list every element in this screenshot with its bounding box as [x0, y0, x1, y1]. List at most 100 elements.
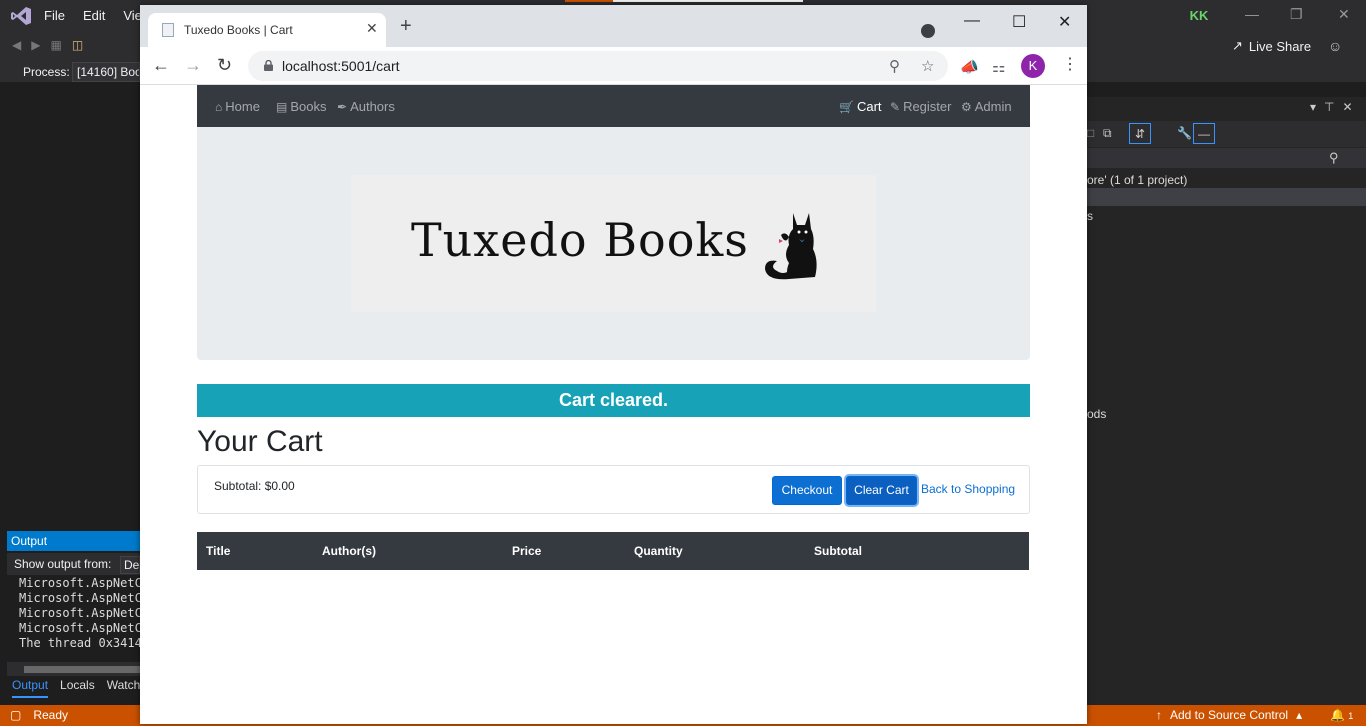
clear-cart-button[interactable]: Clear Cart: [846, 476, 917, 505]
bell-icon: 🔔: [1330, 708, 1345, 722]
menu-edit[interactable]: Edit: [83, 8, 105, 23]
tab-title: Tuxedo Books | Cart: [184, 23, 293, 37]
nav-cart-label: Cart: [856, 99, 882, 114]
nav-books[interactable]: ▤ Books: [276, 99, 326, 114]
vs-restore-icon[interactable]: ❐: [1290, 6, 1303, 23]
status-ready-label: Ready: [33, 708, 69, 722]
bookmark-star-icon[interactable]: ☆: [921, 57, 934, 75]
solution-explorer-toolbar: □ ⧉ ⇵ 🔧 —: [1087, 121, 1366, 147]
edit-icon: ✎: [890, 99, 901, 114]
source-control-label: Add to Source Control: [1170, 708, 1289, 722]
zoom-icon[interactable]: ⚲: [889, 57, 900, 75]
reload-icon[interactable]: ↻: [217, 56, 232, 74]
visual-studio-logo-icon: [11, 7, 31, 25]
open-folder-icon[interactable]: ◫: [72, 38, 83, 52]
vs-close-icon[interactable]: ✕: [1338, 6, 1350, 23]
page-favicon-icon: [162, 23, 174, 37]
sync-view-icon[interactable]: ⇵: [1129, 123, 1151, 144]
notifications-button[interactable]: 🔔 1: [1330, 708, 1353, 722]
browser-tabstrip: Tuxedo Books | Cart ✕ + — ☐ ✕: [140, 5, 1087, 47]
vs-user-avatar[interactable]: KK: [1186, 6, 1212, 26]
new-tab-icon[interactable]: +: [400, 16, 412, 36]
search-icon: ⚲: [1329, 150, 1339, 165]
nav-authors-label: Authors: [350, 99, 395, 114]
tree-item[interactable]: s: [1087, 209, 1093, 223]
nav-register[interactable]: ✎ Register: [890, 99, 951, 114]
nav-books-label: Books: [290, 99, 327, 114]
lock-icon: [264, 60, 273, 71]
url-text: localhost:5001/cart: [282, 58, 400, 74]
extension-megaphone-icon[interactable]: 📣: [960, 58, 979, 76]
browser-maximize-icon[interactable]: ☐: [1012, 12, 1026, 32]
address-bar[interactable]: localhost:5001/cart ⚲ ☆: [248, 51, 948, 81]
gear-icon: ⚙: [961, 99, 972, 114]
pin-icon[interactable]: ⊤: [1324, 100, 1334, 114]
back-arrow-icon[interactable]: ←: [152, 56, 170, 74]
solution-search-input[interactable]: ⚲: [1087, 148, 1366, 168]
output-text: Microsoft.AspNetCore Microsoft.AspNetCor…: [7, 576, 140, 662]
browser-minimize-icon[interactable]: —: [964, 12, 980, 30]
output-source-dropdown[interactable]: Debug: [120, 556, 140, 574]
tab-locals[interactable]: Locals: [60, 678, 95, 698]
panel-controls: ▾ ⊤ ✕: [1310, 100, 1353, 114]
nav-home[interactable]: ⌂ Home: [215, 99, 260, 114]
vs-toolbar-icons: ◀ ▶ ▦ ◫: [12, 38, 83, 52]
site-logo: Tuxedo Books: [351, 175, 876, 312]
tab-search-icon[interactable]: [921, 24, 935, 38]
forward-arrow-icon[interactable]: →: [184, 56, 202, 74]
vs-minimize-icon[interactable]: —: [1245, 6, 1259, 22]
forward-nav-icon[interactable]: ▶: [31, 38, 40, 52]
collapse-icon[interactable]: □: [1087, 126, 1094, 140]
status-ready: ▢ Ready: [10, 708, 68, 722]
nav-home-label: Home: [225, 99, 260, 114]
column-title: Title: [206, 544, 231, 558]
output-line: Microsoft.AspNetCore: [19, 621, 140, 635]
checkout-button[interactable]: Checkout: [772, 476, 842, 505]
web-page: ⌂ Home ▤ Books ✒ Authors 🛒 Cart ✎ Regist…: [140, 85, 1087, 724]
nav-authors[interactable]: ✒ Authors: [337, 99, 395, 114]
profile-avatar[interactable]: K: [1021, 54, 1045, 78]
live-share-button[interactable]: ↗ Live Share: [1232, 38, 1311, 54]
new-project-icon[interactable]: ▦: [50, 38, 61, 52]
copy-icon[interactable]: ⧉: [1103, 126, 1112, 141]
tuxedo-cat-icon: [765, 213, 817, 280]
nav-admin-label: Admin: [974, 99, 1012, 114]
tab-close-icon[interactable]: ✕: [366, 20, 378, 37]
back-to-shopping-link[interactable]: Back to Shopping: [921, 482, 1015, 496]
feather-icon: ✒: [337, 99, 348, 114]
extensions-puzzle-icon[interactable]: ⚏: [992, 58, 1005, 76]
tab-output[interactable]: Output: [12, 678, 49, 698]
browser-menu-icon[interactable]: ⋮: [1062, 57, 1078, 73]
wrench-icon[interactable]: 🔧: [1177, 126, 1192, 140]
arrow-up-icon: ↑: [1156, 708, 1162, 722]
column-subtotal: Subtotal: [814, 544, 862, 558]
selected-tree-row[interactable]: [1087, 188, 1366, 206]
book-icon: ▤: [276, 99, 288, 114]
browser-tab[interactable]: Tuxedo Books | Cart ✕: [148, 13, 386, 47]
tab-watch[interactable]: Watch: [107, 678, 141, 698]
tree-item[interactable]: ods: [1087, 407, 1106, 421]
cart-subtotal: Subtotal: $0.00: [214, 479, 295, 493]
cart-table-header: Title Author(s) Price Quantity Subtotal: [197, 532, 1029, 570]
logo-text: Tuxedo Books: [411, 213, 749, 267]
add-to-source-control[interactable]: ↑ Add to Source Control ▴: [1156, 708, 1302, 722]
output-scroll-thumb[interactable]: [24, 666, 140, 673]
home-icon: ⌂: [215, 99, 223, 114]
back-nav-icon[interactable]: ◀: [12, 38, 21, 52]
menu-file[interactable]: File: [44, 8, 65, 23]
browser-close-icon[interactable]: ✕: [1058, 12, 1071, 32]
solution-node[interactable]: ore' (1 of 1 project): [1087, 173, 1187, 187]
site-navbar: ⌂ Home ▤ Books ✒ Authors 🛒 Cart ✎ Regist…: [197, 85, 1030, 127]
preview-icon[interactable]: —: [1193, 123, 1215, 144]
nav-cart[interactable]: 🛒 Cart: [839, 99, 882, 114]
nav-admin[interactable]: ⚙ Admin: [961, 99, 1012, 114]
process-dropdown[interactable]: [14160] Books: [72, 62, 140, 82]
feedback-icon[interactable]: ☺: [1328, 38, 1342, 54]
share-icon: ↗: [1232, 38, 1243, 53]
cart-summary: Subtotal: $0.00 Checkout Clear Cart Back…: [197, 465, 1030, 514]
panel-dropdown-icon[interactable]: ▾: [1310, 100, 1316, 114]
browser-window: Tuxedo Books | Cart ✕ + — ☐ ✕ ← → ↻ loca…: [140, 5, 1087, 724]
panel-close-icon[interactable]: ✕: [1342, 100, 1352, 114]
bottom-tool-tabs: Output Locals Watch: [7, 678, 140, 698]
column-price: Price: [512, 544, 542, 558]
